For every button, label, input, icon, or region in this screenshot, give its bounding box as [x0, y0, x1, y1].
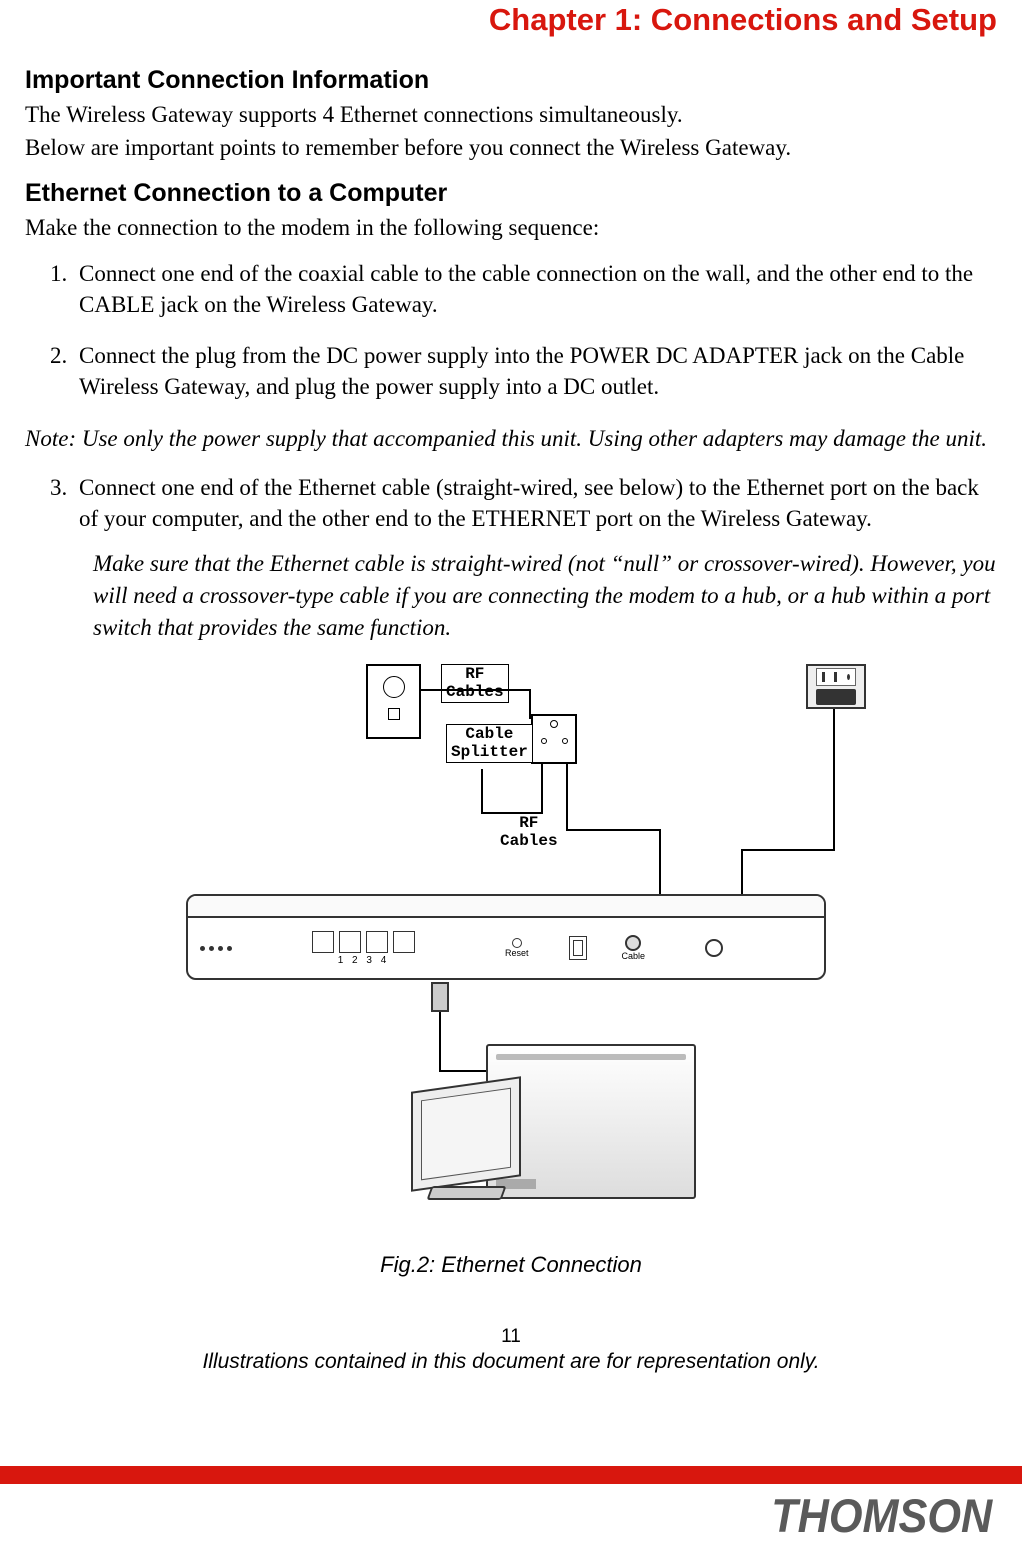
note-text: Note: Use only the power supply that acc…	[25, 423, 997, 454]
figure-caption: Fig.2: Ethernet Connection	[25, 1252, 997, 1278]
page-number: 11	[25, 1326, 997, 1348]
ethernet-cable-line	[439, 1012, 441, 1072]
step-3: Connect one end of the Ethernet cable (s…	[73, 472, 997, 645]
cable-splitter-icon	[531, 714, 577, 764]
connector-line	[541, 764, 543, 814]
connector-line	[566, 764, 568, 829]
power-cable-line	[833, 709, 835, 849]
led-group-icon	[200, 946, 232, 951]
brand-logo: THOMSON	[771, 1488, 992, 1543]
rj45-plug-icon	[431, 982, 449, 1012]
port-labels: 1 2 3 4	[312, 955, 415, 966]
paragraph: Below are important points to remember b…	[25, 133, 997, 162]
wall-plate-icon	[366, 664, 421, 739]
connector-line	[659, 829, 661, 899]
connector-line	[421, 689, 531, 691]
connector-line	[566, 829, 661, 831]
chapter-title: Chapter 1: Connections and Setup	[25, 0, 997, 66]
step-3-text: Connect one end of the Ethernet cable (s…	[79, 475, 979, 531]
cable-jack-icon: Cable	[622, 935, 646, 961]
connector-line	[481, 812, 543, 814]
label-rf-cables-top: RF Cables	[441, 664, 509, 703]
reset-button-icon: Reset	[505, 938, 529, 958]
connector-line	[481, 769, 483, 814]
usb-port-icon	[569, 936, 587, 960]
footer-red-bar	[0, 1466, 1022, 1484]
disclaimer-text: Illustrations contained in this document…	[25, 1350, 997, 1374]
figure-ethernet-connection: RF Cables Cable Splitter RF Cables	[101, 664, 921, 1214]
label-rf-cables-mid: RF Cables	[496, 814, 562, 851]
step-1: Connect one end of the coaxial cable to …	[73, 258, 997, 320]
ethernet-cable-line	[439, 1070, 489, 1072]
connector-line	[529, 689, 531, 719]
ordered-steps: Connect one end of the coaxial cable to …	[25, 258, 997, 402]
step-3-note: Make sure that the Ethernet cable is str…	[79, 548, 997, 645]
label-cable-splitter: Cable Splitter	[446, 724, 533, 763]
page-footer: THOMSON	[0, 1466, 1022, 1546]
power-outlet-icon	[806, 664, 866, 709]
section-heading-connection-info: Important Connection Information	[25, 66, 997, 95]
ordered-steps-cont: Connect one end of the Ethernet cable (s…	[25, 472, 997, 645]
step-2: Connect the plug from the DC power suppl…	[73, 340, 997, 402]
power-jack-icon	[705, 939, 723, 957]
ethernet-ports-icon	[312, 931, 415, 953]
monitor-back-icon	[411, 1076, 521, 1191]
power-cable-line	[741, 849, 835, 851]
paragraph: Make the connection to the modem in the …	[25, 213, 997, 242]
paragraph: The Wireless Gateway supports 4 Ethernet…	[25, 100, 997, 129]
monitor-stand-icon	[426, 1186, 506, 1200]
section-heading-ethernet: Ethernet Connection to a Computer	[25, 179, 997, 208]
power-cable-line	[741, 849, 743, 899]
wireless-gateway-icon: 1 2 3 4 Reset Cable	[186, 894, 826, 980]
